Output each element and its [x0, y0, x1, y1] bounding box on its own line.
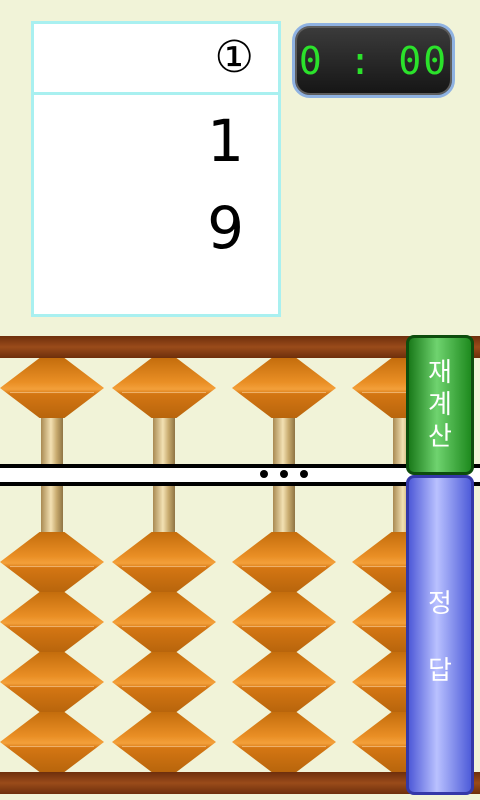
unit-dot: [280, 470, 288, 478]
problem-number: ①: [214, 32, 254, 83]
problem-card: ① 1 9: [31, 21, 281, 317]
earth-bead[interactable]: [112, 712, 216, 772]
heaven-bead[interactable]: [112, 358, 216, 418]
timer-display: 0 : 00: [292, 23, 455, 98]
operand-1: 1: [207, 107, 244, 175]
answer-label-1: 정: [428, 589, 452, 619]
earth-bead[interactable]: [232, 712, 336, 772]
heaven-bead[interactable]: [232, 358, 336, 418]
earth-bead[interactable]: [0, 652, 104, 712]
recalculate-label-1: 재: [428, 358, 452, 388]
earth-bead[interactable]: [112, 652, 216, 712]
earth-bead[interactable]: [0, 592, 104, 652]
earth-bead[interactable]: [112, 592, 216, 652]
recalculate-label-2: 계: [428, 390, 452, 420]
answer-button[interactable]: 정 답: [406, 475, 474, 795]
recalculate-button[interactable]: 재 계 산: [406, 335, 474, 475]
earth-bead[interactable]: [232, 592, 336, 652]
earth-bead[interactable]: [112, 532, 216, 592]
earth-bead[interactable]: [232, 532, 336, 592]
earth-bead[interactable]: [0, 532, 104, 592]
earth-bead[interactable]: [232, 652, 336, 712]
recalculate-label-3: 산: [428, 422, 452, 452]
problem-header: ①: [34, 24, 278, 95]
heaven-bead[interactable]: [0, 358, 104, 418]
operand-2: 9: [207, 194, 244, 262]
answer-label-2: 답: [428, 656, 452, 686]
unit-dot: [260, 470, 268, 478]
earth-bead[interactable]: [0, 712, 104, 772]
timer-text: 0 : 00: [298, 38, 449, 83]
unit-dot: [300, 470, 308, 478]
